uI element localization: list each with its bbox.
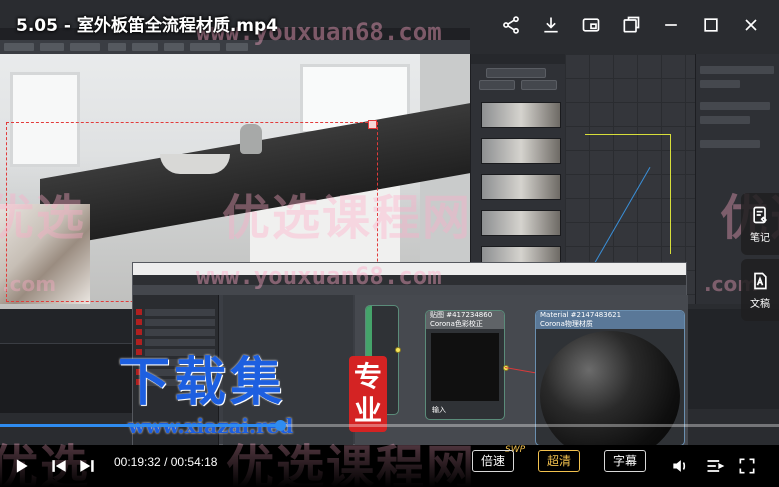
panel-button[interactable]: [479, 80, 515, 90]
document-icon: [754, 272, 767, 289]
mini-viewport: [0, 343, 132, 413]
play-button[interactable]: [6, 445, 36, 487]
previous-button[interactable]: [44, 445, 74, 487]
close-icon[interactable]: [731, 10, 771, 40]
mini-window-icon[interactable]: [611, 10, 651, 40]
node-pin[interactable]: [395, 347, 401, 353]
time-display: 00:19:32 / 00:54:18: [114, 445, 217, 487]
properties-panel: [223, 295, 353, 445]
restore-icon[interactable]: [691, 10, 731, 40]
skip-back-icon: [52, 460, 66, 472]
node-partial[interactable]: [365, 305, 399, 415]
control-bar: 00:19:32 / 00:54:18: [0, 445, 779, 487]
play-icon: [16, 459, 28, 473]
editor-title-bar: [133, 263, 686, 275]
volume-button[interactable]: [664, 445, 696, 487]
download-icon[interactable]: [531, 10, 571, 40]
node-view: 贴图 #417234860 Corona色彩校正 输入 Material #21…: [355, 295, 688, 445]
document-button[interactable]: 文稿: [741, 259, 779, 321]
speed-button[interactable]: 倍速: [472, 450, 515, 472]
playlist-button[interactable]: [700, 445, 730, 487]
fullscreen-button[interactable]: [732, 445, 762, 487]
render-thumbnail[interactable]: [481, 138, 561, 164]
fullscreen-icon: [739, 458, 755, 474]
pip-icon[interactable]: [571, 10, 611, 40]
render-thumbnail[interactable]: [481, 102, 561, 128]
render-region-close-icon[interactable]: [368, 120, 377, 129]
next-button[interactable]: [72, 445, 102, 487]
guide-line: [670, 134, 671, 254]
node-subtitle: Corona色彩校正: [430, 320, 483, 328]
note-icon: [753, 206, 768, 223]
node-subtitle: Corona物理材质: [540, 320, 593, 328]
note-label: 笔记: [750, 232, 770, 244]
time-separator: /: [164, 455, 168, 469]
render-thumbnail[interactable]: [481, 210, 561, 236]
node-footer: 输入: [432, 406, 446, 414]
quality-button[interactable]: 超清: [538, 450, 581, 472]
minimize-icon[interactable]: [651, 10, 691, 40]
slate-material-editor: 贴图 #417234860 Corona色彩校正 输入 Material #21…: [132, 262, 688, 445]
skip-forward-icon: [80, 460, 94, 472]
total-duration: 00:54:18: [170, 455, 218, 469]
node-title: 贴图 #417234860: [430, 311, 493, 319]
node-title: Material #2147483621: [540, 311, 622, 319]
panel-button[interactable]: [521, 80, 557, 90]
playlist-icon: [707, 460, 725, 472]
progress-bar[interactable]: [0, 420, 779, 431]
side-actions: 笔记 文稿: [741, 193, 779, 325]
editor-toolbar: [133, 285, 686, 295]
panel-button[interactable]: [486, 68, 546, 78]
note-button[interactable]: 笔记: [741, 193, 779, 255]
subtitle-button[interactable]: 字幕: [604, 450, 647, 472]
render-thumbnail[interactable]: [481, 174, 561, 200]
document-label: 文稿: [750, 298, 770, 310]
top-toolbar: [491, 10, 771, 40]
node-preview: [431, 333, 499, 401]
share-icon[interactable]: [491, 10, 531, 40]
material-preview-sphere: [540, 331, 680, 445]
progress-fill: [0, 424, 281, 427]
video-title: 5.05 - 室外板笛全流程材质.mp4: [16, 16, 279, 36]
current-time: 00:19:32: [114, 455, 161, 469]
video-frame[interactable]: 贴图 #417234860 Corona色彩校正 输入 Material #21…: [0, 0, 779, 445]
editor-menu: [133, 275, 686, 285]
panel-tabs: [471, 54, 566, 64]
color-correction-node[interactable]: 贴图 #417234860 Corona色彩校正 输入: [425, 310, 505, 420]
material-browser: [133, 295, 219, 445]
volume-icon: [673, 460, 686, 472]
app-toolbar: [0, 40, 470, 54]
guide-line: [585, 134, 670, 135]
